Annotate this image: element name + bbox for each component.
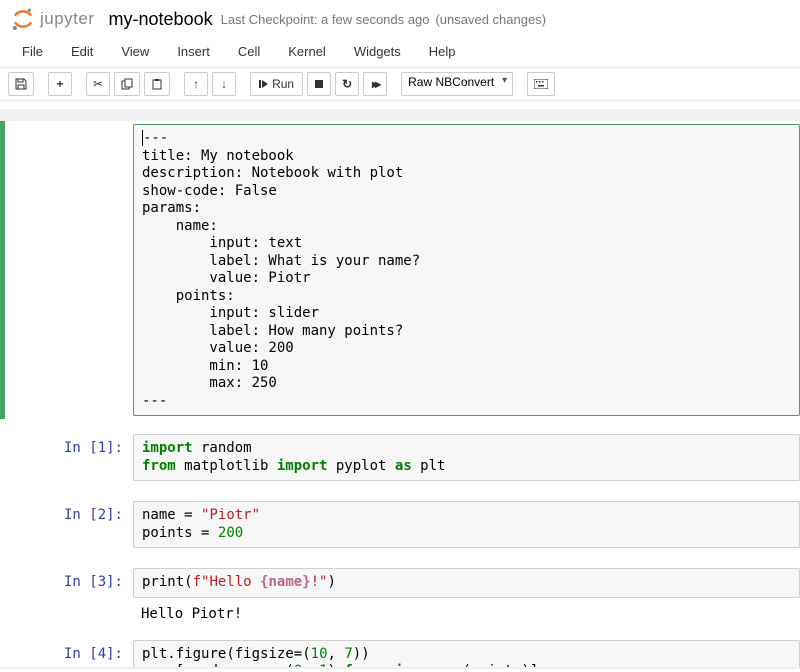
celltype-select[interactable]: Raw NBConvert [401,72,513,96]
unsaved-indicator: (unsaved changes) [435,12,546,27]
save-icon [15,78,27,90]
menu-cell[interactable]: Cell [224,36,274,67]
move-up-button[interactable]: ↑ [184,72,208,96]
menubar: File Edit View Insert Cell Kernel Widget… [0,36,800,68]
cell-output: Hello Piotr! [133,598,800,626]
insert-cell-button[interactable]: + [48,72,72,96]
run-label: Run [272,77,294,91]
code-cell[interactable]: In [1]:import random from matplotlib imp… [0,431,800,484]
notebook-container: --- title: My notebook description: Note… [0,109,800,669]
run-button[interactable]: Run [250,72,303,96]
cell-input[interactable]: name = "Piotr" points = 200 [133,501,800,548]
menu-insert[interactable]: Insert [163,36,224,67]
restart-icon: ↻ [342,77,352,91]
cell-input[interactable]: --- title: My notebook description: Note… [133,124,800,416]
cell-body: --- title: My notebook description: Note… [133,124,800,416]
copy-icon [121,78,133,90]
arrow-up-icon: ↑ [193,77,199,91]
arrow-down-icon: ↓ [221,77,227,91]
cut-button[interactable]: ✂ [86,72,110,96]
code-cell[interactable]: In [3]:print(f"Hello {name}!")Hello Piot… [0,565,800,629]
move-down-button[interactable]: ↓ [212,72,236,96]
code-cell[interactable]: In [4]:plt.figure(figsize=(10, 7)) x = [… [0,637,800,667]
menu-edit[interactable]: Edit [57,36,107,67]
logo-text: jupyter [40,9,95,29]
jupyter-logo[interactable]: jupyter [10,6,95,32]
plus-icon: + [56,77,63,91]
restart-button[interactable]: ↻ [335,72,359,96]
cell-body: import random from matplotlib import pyp… [133,434,800,481]
input-prompt [5,124,133,416]
celltype-value: Raw NBConvert [408,75,494,89]
header: jupyter my-notebook Last Checkpoint: a f… [0,0,800,36]
paste-button[interactable] [144,72,170,96]
cell-input[interactable]: print(f"Hello {name}!") [133,568,800,598]
command-palette-button[interactable] [527,72,555,96]
toolbar: + ✂ ↑ ↓ Run ↻ ▸▸ Raw NBConvert [0,68,800,101]
menu-widgets[interactable]: Widgets [340,36,415,67]
interrupt-button[interactable] [307,72,331,96]
cell-body: plt.figure(figsize=(10, 7)) x = [random.… [133,640,800,664]
input-prompt: In [2]: [5,501,133,548]
input-prompt: In [1]: [5,434,133,481]
jupyter-icon [10,6,36,32]
notebook-name[interactable]: my-notebook [109,9,213,30]
stop-icon [314,79,324,89]
run-icon [259,79,269,89]
fast-forward-icon: ▸▸ [372,77,378,91]
cell-input[interactable]: import random from matplotlib import pyp… [133,434,800,481]
input-prompt: In [3]: [5,568,133,626]
raw-cell[interactable]: --- title: My notebook description: Note… [0,121,800,419]
menu-kernel[interactable]: Kernel [274,36,340,67]
menu-file[interactable]: File [8,36,57,67]
notebook: --- title: My notebook description: Note… [0,121,800,667]
menu-help[interactable]: Help [415,36,470,67]
code-cell[interactable]: In [2]:name = "Piotr" points = 200 [0,498,800,551]
checkpoint-text: Last Checkpoint: a few seconds ago [221,12,430,27]
keyboard-icon [534,79,548,89]
cell-body: name = "Piotr" points = 200 [133,501,800,548]
save-button[interactable] [8,72,34,96]
input-prompt: In [4]: [5,640,133,664]
cell-input[interactable]: plt.figure(figsize=(10, 7)) x = [random.… [133,640,800,667]
scissors-icon: ✂ [93,77,103,91]
copy-button[interactable] [114,72,140,96]
cell-body: print(f"Hello {name}!")Hello Piotr! [133,568,800,626]
restart-run-all-button[interactable]: ▸▸ [363,72,387,96]
menu-view[interactable]: View [107,36,163,67]
paste-icon [151,78,163,90]
